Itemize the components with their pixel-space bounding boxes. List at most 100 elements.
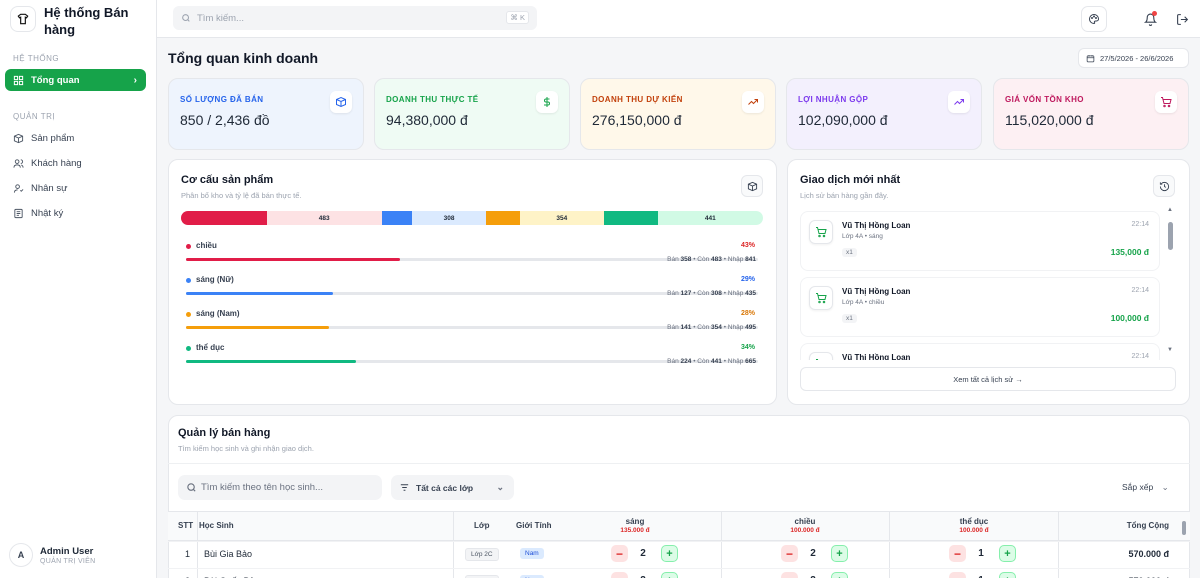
view-all-history-button[interactable]: Xem tất cả lịch sử →: [800, 367, 1176, 391]
box-icon: [330, 91, 352, 113]
global-search[interactable]: Tìm kiếm... ⌘ K: [173, 6, 537, 30]
sort-button[interactable]: Sắp xếp ⌄: [1122, 482, 1169, 493]
increment-button[interactable]: +: [999, 545, 1016, 562]
transaction-list[interactable]: Vũ Thị Hồng Loan 22:14 Lớp 4A • sáng x1 135,…: [800, 210, 1165, 360]
transaction-qty: x1: [842, 248, 857, 257]
increment-button[interactable]: +: [999, 572, 1016, 578]
bar-segment-remaining[interactable]: 441: [657, 211, 763, 225]
transaction-customer: Vũ Thị Hồng Loan: [842, 221, 911, 230]
transaction-amount: 135,000 đ: [1110, 247, 1149, 257]
chevron-down-icon: ⌄: [1161, 482, 1169, 492]
transaction-detail: Lớp 4A • sáng: [842, 233, 883, 240]
stat-card-value: 115,020,000 đ: [1005, 112, 1094, 128]
student-search-input[interactable]: Tìm kiếm theo tên học sinh...: [178, 475, 382, 500]
transaction-detail: Lớp 4A • chiều: [842, 299, 885, 306]
stat-value-ban: 141: [680, 324, 692, 331]
increment-button[interactable]: +: [661, 545, 678, 562]
sidebar-item-products[interactable]: Sản phẩm: [5, 127, 146, 149]
sidebar-item-log[interactable]: Nhật ký: [5, 202, 146, 224]
quantity-product-2[interactable]: 2: [803, 548, 823, 559]
logout-icon[interactable]: [1169, 6, 1195, 32]
stat-label-ban: Bán: [667, 256, 679, 263]
date-range-picker[interactable]: 27/5/2026 - 26/6/2026: [1078, 48, 1189, 68]
stat-value-nhap: 841: [745, 256, 756, 263]
table-header: [168, 511, 1190, 541]
increment-button[interactable]: +: [831, 572, 848, 578]
col-product-2: chiều: [794, 517, 816, 526]
bar-segment-sold[interactable]: [604, 211, 658, 225]
bar-segment-sold[interactable]: [485, 211, 520, 225]
transactions-title: Giao dịch mới nhất: [800, 174, 901, 186]
quantity-product-1[interactable]: 2: [633, 548, 653, 559]
decrement-button[interactable]: −: [949, 545, 966, 562]
sidebar-item-overview[interactable]: Tổng quan ›: [5, 69, 146, 91]
class-chip: Lớp 2C: [465, 548, 499, 561]
bar-segment-remaining[interactable]: 483: [266, 211, 382, 225]
progress-fill: [186, 258, 401, 261]
decrement-button[interactable]: −: [949, 572, 966, 578]
structure-title: Cơ cấu sản phẩm: [181, 174, 274, 186]
bar-segment-sold[interactable]: [181, 211, 267, 225]
table-scrollbar-thumb[interactable]: [1182, 521, 1186, 535]
col-total: Tổng Cộng: [1126, 521, 1169, 530]
filter-label: Tất cả các lớp: [416, 482, 474, 493]
row-divider: [168, 568, 1190, 569]
box-icon[interactable]: [741, 175, 763, 197]
decrement-button[interactable]: −: [781, 572, 798, 578]
stat-label-nhap: Nhập: [727, 358, 744, 365]
sidebar-item-customers[interactable]: Khách hàng: [5, 152, 146, 174]
stat-value-con: 354: [711, 324, 722, 331]
stat-value-con: 441: [711, 358, 722, 365]
bell-icon[interactable]: [1137, 6, 1163, 32]
shirt-icon: [10, 6, 36, 32]
stat-value-nhap: 665: [745, 358, 756, 365]
decrement-button[interactable]: −: [781, 545, 798, 562]
palette-icon[interactable]: [1081, 6, 1107, 32]
stat-card: DOANH THU DỰ KIẾN 276,150,000 đ: [580, 78, 776, 150]
progress-fill: [186, 360, 356, 363]
avatar: A: [9, 543, 33, 567]
increment-button[interactable]: +: [831, 545, 848, 562]
stat-card-label: DOANH THU DỰ KIẾN: [592, 95, 683, 104]
col-class: Lớp: [474, 521, 490, 530]
users-icon: [12, 157, 24, 169]
decrement-button[interactable]: −: [611, 545, 628, 562]
history-icon[interactable]: [1153, 175, 1175, 197]
transaction-scrollbar-thumb[interactable]: [1168, 222, 1173, 250]
scroll-up-icon[interactable]: ▲: [1167, 207, 1173, 213]
transaction-item[interactable]: Vũ Thị Hồng Loan 22:14 Lớp 4A • sáng x1 135,…: [800, 211, 1160, 271]
col-student[interactable]: Học Sinh: [199, 521, 234, 530]
chevron-right-icon: ›: [133, 74, 137, 86]
stat-card-value: 94,380,000 đ: [386, 112, 468, 128]
quantity-product-3[interactable]: 1: [971, 548, 991, 559]
stat-line: Bán 224 • Còn 441 • Nhập 665: [667, 358, 756, 365]
bar-segment-remaining[interactable]: 354: [519, 211, 605, 225]
percent-label: 28%: [740, 310, 755, 317]
bar-segment-sold[interactable]: [381, 211, 413, 225]
col-stt: STT: [178, 521, 194, 530]
progress-fill: [186, 326, 330, 329]
shortcut-hint: ⌘ K: [506, 11, 529, 24]
transaction-time: 22:14: [1131, 353, 1149, 360]
series-dot: [186, 278, 191, 283]
scroll-down-icon[interactable]: ▼: [1167, 347, 1173, 353]
sidebar-item-label: Khách hàng: [31, 157, 82, 169]
transactions-subtitle: Lịch sử bán hàng gần đây.: [800, 191, 889, 200]
transaction-item[interactable]: Vũ Thị Hồng Loan 22:14 Lớp 4A • chiều x1 100…: [800, 277, 1160, 337]
section-label-admin: QUẢN TRỊ: [13, 112, 56, 121]
sidebar-item-staff[interactable]: Nhân sự: [5, 177, 146, 199]
decrement-button[interactable]: −: [611, 572, 628, 578]
trend-up-icon: [742, 91, 764, 113]
bar-segment-remaining[interactable]: 308: [412, 211, 486, 225]
stat-line: Bán 358 • Còn 483 • Nhập 841: [667, 256, 756, 263]
increment-button[interactable]: +: [661, 572, 678, 578]
transaction-item[interactable]: Vũ Thị Hồng Loan 22:14: [800, 343, 1160, 360]
stat-label-nhap: Nhập: [727, 324, 744, 331]
transaction-qty: x1: [842, 314, 857, 323]
log-icon: [12, 207, 24, 219]
user-profile[interactable]: A Admin User QUẢN TRỊ VIÊN: [9, 543, 96, 567]
brand[interactable]: Hệ thống Bán hàng: [10, 4, 134, 38]
row-total: 570.000 đ: [1128, 549, 1169, 559]
date-range-text: 27/5/2026 - 26/6/2026: [1100, 53, 1174, 63]
class-filter-select[interactable]: Tất cả các lớp ⌄: [391, 475, 514, 500]
